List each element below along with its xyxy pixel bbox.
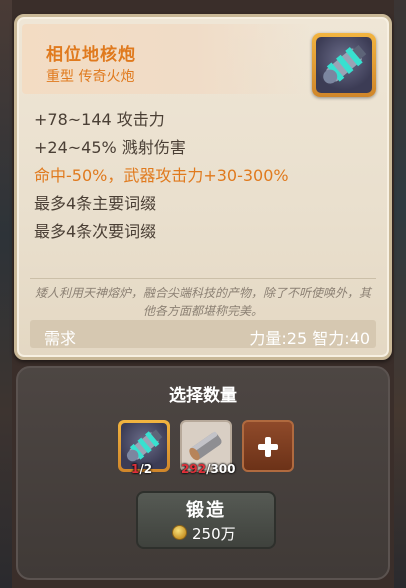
coin-icon [172,525,187,540]
item-icon-frame[interactable] [312,33,376,97]
forge-cost: 250万 [192,525,236,543]
forge-title: 选择数量 [169,386,237,406]
item-name: 相位地核炮 [46,45,136,65]
weapon-count-need: /2 [139,462,153,476]
background-right [394,0,406,588]
requirement-label: 需求 [44,329,77,348]
background-left [0,0,12,588]
stat-special: 命中-50%，武器攻击力+30-300% [34,166,289,185]
item-type: 重型 传奇火炮 [46,69,135,85]
cannon-icon [316,37,372,93]
affix-major: 最多4条主要词缀 [34,194,157,213]
flavor-text: 矮人利用天神熔炉，融合尖端科技的产物，除了不听使唤外，其他各方面都堪称完美。 [34,286,371,318]
weapon-count: 1/2 [131,462,152,476]
add-material-button[interactable] [242,420,294,472]
material-count-have: 292 [181,462,207,476]
stat-attack: +78~144 攻击力 [34,110,165,129]
material-count: 292/300 [181,462,236,476]
affix-minor: 最多4条次要词缀 [34,222,157,241]
forge-button-label: 锻造 [186,500,226,521]
stat-splash: +24~45% 溅射伤害 [34,138,186,157]
material-count-need: /300 [206,462,236,476]
divider [30,278,376,279]
requirement-values: 力量:25 智力:40 [249,329,370,348]
